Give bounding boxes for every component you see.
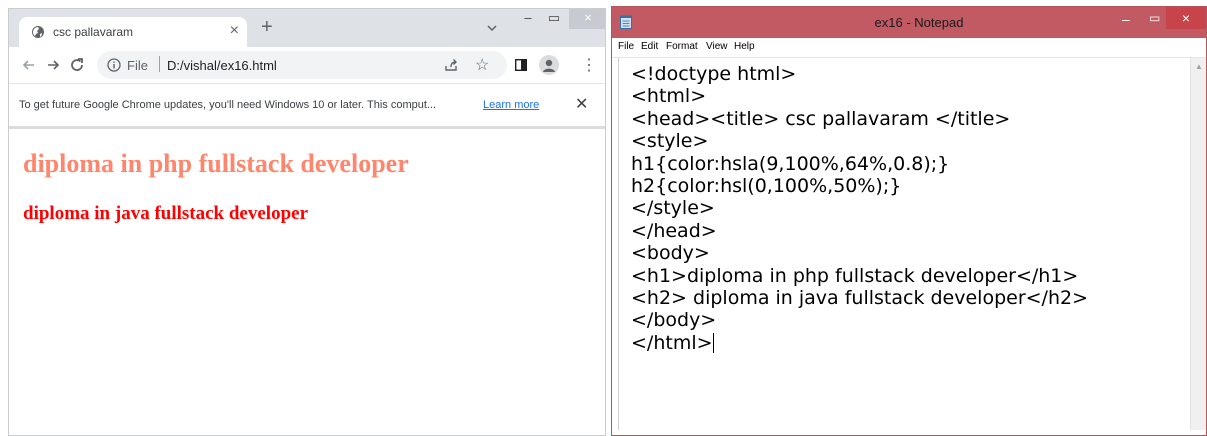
- infobar-message: To get future Google Chrome updates, you…: [19, 99, 437, 111]
- code-line: <head><title> csc pallavaram </title>: [631, 107, 1011, 130]
- globe-icon: [32, 26, 44, 38]
- code-lines: <!doctype html> <html> <head><title> csc…: [631, 63, 1088, 354]
- side-panel-icon[interactable]: [515, 59, 527, 71]
- code-line: <!doctype html>: [631, 63, 797, 85]
- code-line: <style>: [631, 130, 709, 153]
- url-scheme-label: File: [127, 58, 148, 73]
- tab-strip: csc pallavaram × + – ▭ ×: [9, 9, 605, 47]
- vertical-scrollbar[interactable]: ▲: [1190, 58, 1206, 430]
- address-bar[interactable]: File D:/vishal/ex16.html ☆: [97, 51, 507, 79]
- new-tab-button[interactable]: +: [261, 17, 273, 37]
- profile-avatar-icon[interactable]: [539, 55, 559, 75]
- learn-more-link[interactable]: Learn more: [483, 99, 539, 111]
- page-content: diploma in php fullstack developer diplo…: [9, 129, 605, 435]
- notepad-text-area[interactable]: <!doctype html> <html> <head><title> csc…: [618, 58, 1191, 430]
- infobar-close-button[interactable]: ✕: [575, 94, 588, 114]
- text-caret: [712, 333, 714, 354]
- code-line: </style>: [631, 197, 715, 220]
- browser-tab[interactable]: csc pallavaram ×: [19, 17, 247, 47]
- browser-window: csc pallavaram × + – ▭ × File D:/vishal/…: [8, 8, 606, 436]
- code-line: <html>: [631, 85, 707, 108]
- tab-title: csc pallavaram: [53, 25, 134, 39]
- scroll-up-arrow-icon[interactable]: ▲: [1195, 62, 1203, 71]
- menu-view[interactable]: View: [706, 41, 728, 52]
- reload-icon[interactable]: [67, 55, 87, 75]
- kebab-menu-icon[interactable]: ⋮: [581, 55, 597, 75]
- code-line: </html>: [631, 331, 713, 354]
- browser-toolbar: File D:/vishal/ex16.html ☆ ⋮: [9, 47, 605, 84]
- notepad-window: ex16 - Notepad – ▭ × File Edit Format Vi…: [611, 6, 1207, 436]
- forward-arrow-icon[interactable]: [43, 55, 63, 75]
- share-icon[interactable]: [443, 57, 459, 73]
- code-line: </body>: [631, 309, 717, 332]
- menu-edit[interactable]: Edit: [641, 41, 658, 52]
- url-separator: [159, 56, 160, 72]
- chevron-down-icon[interactable]: [485, 21, 499, 35]
- browser-close-button[interactable]: ×: [569, 9, 605, 29]
- update-infobar: To get future Google Chrome updates, you…: [9, 84, 605, 129]
- code-line: h2{color:hsl(0,100%,50%);}: [631, 174, 902, 197]
- notepad-menubar: File Edit Format View Help: [612, 38, 1206, 58]
- notepad-close-button[interactable]: ×: [1166, 7, 1206, 29]
- menu-file[interactable]: File: [618, 41, 634, 52]
- code-line: h1{color:hsla(9,100%,64%,0.8);}: [631, 152, 950, 175]
- page-heading-h2: diploma in java fullstack developer: [23, 203, 309, 224]
- code-line: <h1>diploma in php fullstack developer</…: [631, 264, 1079, 287]
- info-icon[interactable]: [107, 58, 121, 72]
- url-text[interactable]: D:/vishal/ex16.html: [167, 58, 277, 73]
- bookmark-star-icon[interactable]: ☆: [475, 55, 489, 75]
- page-heading-h1: diploma in php fullstack developer: [23, 149, 409, 178]
- menu-help[interactable]: Help: [734, 41, 755, 52]
- notepad-maximize-button[interactable]: ▭: [1149, 11, 1160, 25]
- notepad-titlebar: ex16 - Notepad – ▭ ×: [612, 7, 1206, 38]
- code-line: <body>: [631, 242, 710, 265]
- browser-minimize-button[interactable]: –: [515, 9, 541, 29]
- code-line: <h2> diploma in java fullstack developer…: [631, 286, 1089, 309]
- code-line-last: </html>: [631, 332, 1088, 354]
- menu-format[interactable]: Format: [666, 41, 698, 52]
- notepad-minimize-button[interactable]: –: [1122, 11, 1130, 27]
- browser-maximize-button[interactable]: ▭: [541, 9, 567, 29]
- code-line: </head>: [631, 219, 717, 242]
- notepad-title: ex16 - Notepad: [874, 15, 964, 30]
- tab-close-button[interactable]: ×: [230, 22, 239, 40]
- back-arrow-icon[interactable]: [19, 55, 39, 75]
